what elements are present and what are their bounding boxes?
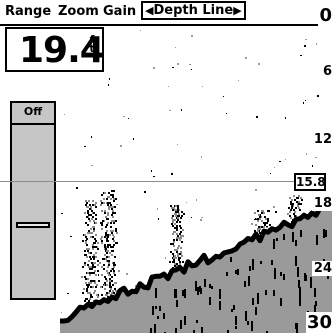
- arrow-right-icon[interactable]: ▶: [233, 4, 241, 17]
- scale-label-bottom: 30: [305, 312, 332, 333]
- depth-line-menu-label: Depth Line: [153, 3, 234, 18]
- depth-line-value: 15.8: [294, 173, 326, 191]
- scale-label-18: 18: [311, 196, 332, 211]
- depth-unit-line2: t: [89, 42, 95, 55]
- gain-slider-label: Off: [23, 105, 43, 118]
- scale-label-24: 24: [311, 261, 332, 276]
- sonar-screen: Range Zoom Gain ◀Depth Line▶ 19.4 f t Of…: [0, 0, 332, 333]
- gain-slider[interactable]: Off: [10, 101, 56, 300]
- gain-slider-handle[interactable]: [16, 222, 50, 228]
- gain-slider-track[interactable]: [12, 125, 54, 298]
- depth-unit: f t: [87, 34, 97, 55]
- depth-readout: 19.4 f t: [5, 27, 105, 72]
- gain-menu-item[interactable]: Gain: [103, 4, 136, 19]
- scale-label-6: 6: [320, 64, 332, 79]
- range-menu-item[interactable]: Range: [5, 4, 51, 19]
- scale-label-top: 0: [318, 5, 332, 26]
- scale-label-12: 12: [311, 132, 332, 147]
- zoom-menu-item[interactable]: Zoom: [58, 4, 99, 19]
- menu-bar: Range Zoom Gain ◀Depth Line▶: [0, 0, 332, 26]
- depth-line-menu-item[interactable]: ◀Depth Line▶: [141, 1, 246, 20]
- depth-line: [0, 181, 294, 182]
